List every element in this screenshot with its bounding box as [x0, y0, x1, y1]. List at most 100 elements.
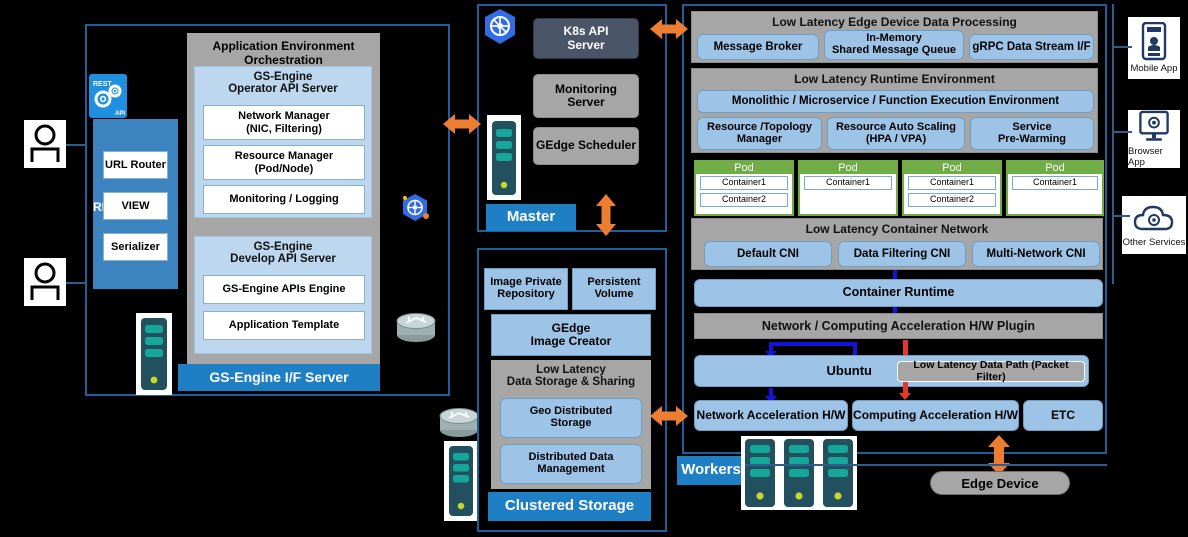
gedge-scheduler-box[interactable]: GEdge Scheduler: [533, 127, 639, 165]
low-latency-runtime-group: Low Latency Runtime Environment Monolith…: [691, 68, 1098, 153]
master-server-icon-card: [487, 115, 521, 200]
resource-topology-manager-box[interactable]: Resource /Topology Manager: [697, 117, 822, 150]
pod-3-container-2[interactable]: Container2: [908, 192, 996, 207]
clustered-storage-label: Clustered Storage: [488, 492, 651, 521]
nm-line2: (NIC, Filtering): [246, 122, 322, 135]
client-browser-app[interactable]: Browser App: [1128, 110, 1180, 168]
operator-title-line1: GS-Engine: [253, 71, 313, 83]
server-icon: [823, 439, 853, 507]
gs-engine-if-server-bar: GS-Engine I/F Server: [178, 364, 380, 391]
client-mobile-app[interactable]: Mobile App: [1128, 17, 1180, 79]
data-filtering-cni-box[interactable]: Data Filtering CNI: [838, 241, 966, 267]
gedge-image-creator-box[interactable]: GEdge Image Creator: [491, 314, 651, 356]
orchestration-title: Application Environment Orchestration: [212, 39, 355, 68]
pod-4[interactable]: Pod Container1: [1006, 160, 1104, 216]
pod-2-title: Pod: [800, 162, 896, 175]
operator-title-line2: Operator API Server: [228, 83, 338, 95]
imq-line2: Shared Message Queue: [831, 44, 957, 56]
message-broker-box[interactable]: Message Broker: [697, 34, 819, 60]
rest-server-panel: REST Server URL Router VIEW Serializer: [93, 119, 178, 289]
container-runtime-box[interactable]: Container Runtime: [694, 279, 1103, 307]
hw-plugin-box[interactable]: Network / Computing Acceleration H/W Plu…: [694, 313, 1103, 339]
spw-line2: Pre-Warming: [997, 132, 1067, 145]
pv-line2: Volume: [594, 288, 634, 300]
develop-item-apis-engine[interactable]: GS-Engine APIs Engine: [203, 275, 365, 304]
service-pre-warming-box[interactable]: Service Pre-Warming: [970, 117, 1094, 150]
line-worker-to-edge: [745, 464, 1107, 466]
storage-server-icon-card: [444, 441, 478, 521]
etc-box[interactable]: ETC: [1023, 400, 1103, 431]
monitoring-server-box[interactable]: Monitoring Server: [533, 74, 639, 118]
pod-1-container-2[interactable]: Container2: [700, 192, 788, 207]
resource-auto-scaling-box[interactable]: Resource Auto Scaling (HPA / VPA): [827, 117, 965, 150]
workers-server-icons-card: [741, 436, 857, 510]
user-actor-1: [24, 120, 66, 168]
pod-3[interactable]: Pod Container1 Container2: [902, 160, 1002, 216]
geo-distributed-storage-box[interactable]: Geo Distributed Storage: [500, 398, 642, 438]
line-user1-to-panel: [66, 144, 86, 146]
rtm-line2: Manager: [736, 132, 783, 145]
server-icon: [492, 120, 516, 195]
persistent-volume-box[interactable]: Persistent Volume: [572, 268, 656, 310]
pod-4-container-1[interactable]: Container1: [1012, 176, 1098, 190]
operator-item-resource-manager[interactable]: Resource Manager (Pod/Node): [203, 145, 365, 180]
rtm-line1: Resource /Topology: [707, 120, 812, 133]
in-memory-shared-message-queue-box[interactable]: In-Memory Shared Message Queue: [824, 30, 964, 60]
image-private-repository-box[interactable]: Image Private Repository: [484, 268, 568, 310]
low-latency-data-path-box[interactable]: Low Latency Data Path (Packet Filter): [897, 359, 1085, 382]
ras-line1: Resource Auto Scaling: [835, 120, 956, 133]
pod-2[interactable]: Pod Container1: [798, 160, 898, 216]
user-icon: [30, 262, 60, 300]
develop-item-application-template[interactable]: Application Template: [203, 311, 365, 340]
network-acceleration-hw-box[interactable]: Network Acceleration H/W: [694, 400, 848, 431]
pod-4-title: Pod: [1008, 162, 1102, 175]
operator-item-monitoring-logging[interactable]: Monitoring / Logging: [203, 185, 365, 214]
rest-item-url-router[interactable]: URL Router: [103, 151, 168, 179]
pod-2-container-1[interactable]: Container1: [804, 176, 892, 190]
arrow-master-to-edge: [650, 18, 688, 40]
line-to-other-services: [1112, 215, 1130, 217]
lls-title-line1: Low Latency: [536, 364, 606, 376]
line-to-browser: [1112, 131, 1132, 133]
client-other-services[interactable]: Other Services: [1122, 196, 1186, 254]
spw-line1: Service: [1012, 120, 1052, 133]
router-icon-storage: [437, 400, 481, 440]
ddm-line2: Management: [537, 463, 605, 475]
k8s-api-server-box[interactable]: K8s API Server: [533, 18, 639, 59]
pod-1[interactable]: Pod Container1 Container2: [694, 160, 794, 216]
ipr-line2: Repository: [497, 288, 555, 300]
multi-network-cni-box[interactable]: Multi-Network CNI: [972, 241, 1100, 267]
default-cni-box[interactable]: Default CNI: [704, 241, 832, 267]
user-actor-2: [24, 258, 66, 306]
execution-environment-box[interactable]: Monolithic / Microservice / Function Exe…: [697, 90, 1094, 113]
monitor-gear-icon: [1139, 110, 1169, 141]
mobile-phone-icon: [1141, 22, 1167, 61]
svg-text:REST: REST: [93, 81, 112, 88]
server-icon: [745, 439, 775, 507]
lls-title-line2: Data Storage & Sharing: [506, 376, 636, 388]
router-icon: [396, 313, 436, 342]
conn-ubuntu-to-comphw-head: [899, 393, 911, 400]
rest-item-serializer[interactable]: Serializer: [103, 233, 168, 261]
rm-line2: (Pod/Node): [254, 162, 314, 175]
master-label: Master: [486, 204, 576, 231]
gds-line2: Storage: [550, 417, 592, 429]
edge-device-pill: Edge Device: [930, 471, 1070, 495]
svg-text:API: API: [115, 111, 125, 117]
computing-acceleration-hw-box[interactable]: Computing Acceleration H/W: [852, 400, 1019, 431]
conn-plugin-left-vert: [853, 342, 857, 355]
kubernetes-icon: [403, 194, 429, 221]
ubuntu-label: Ubuntu: [826, 363, 872, 379]
data-processing-title: Low Latency Edge Device Data Processing: [772, 15, 1017, 29]
pod-1-title: Pod: [696, 162, 792, 175]
pod-3-container-1[interactable]: Container1: [908, 176, 996, 190]
workers-label: Workers: [677, 456, 745, 485]
gic-line2: Image Creator: [530, 334, 612, 348]
distributed-data-management-box[interactable]: Distributed Data Management: [500, 444, 642, 484]
arrow-storage-to-edge: [650, 405, 688, 427]
kubernetes-icon-left: [400, 193, 430, 223]
pod-1-container-1[interactable]: Container1: [700, 176, 788, 190]
grpc-data-stream-box[interactable]: gRPC Data Stream I/F: [969, 34, 1094, 60]
rest-item-view[interactable]: VIEW: [103, 192, 168, 220]
operator-item-network-manager[interactable]: Network Manager (NIC, Filtering): [203, 105, 365, 140]
